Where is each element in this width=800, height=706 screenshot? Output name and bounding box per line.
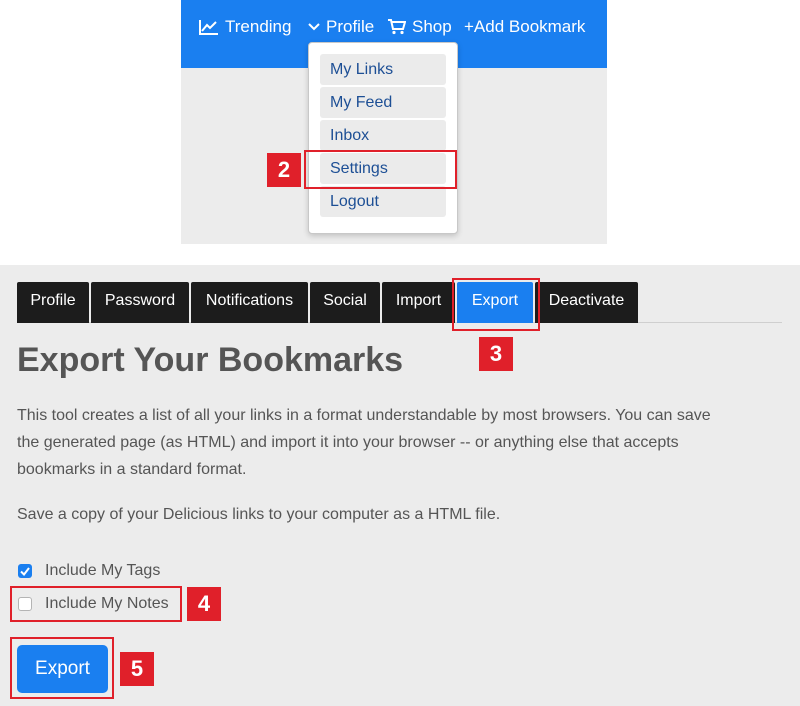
dropdown-item-inbox[interactable]: Inbox — [320, 120, 446, 151]
nav-profile[interactable]: Profile — [308, 16, 374, 38]
include-tags-checkbox[interactable] — [18, 564, 32, 578]
nav-shop-label: Shop — [412, 17, 452, 36]
tab-social[interactable]: Social — [310, 282, 380, 323]
bottom-screenshot-panel: Profile Password Notifications Social Im… — [0, 265, 800, 706]
step-badge-4: 4 — [187, 587, 221, 621]
trending-chart-icon — [199, 19, 219, 35]
step-badge-3: 3 — [479, 337, 513, 371]
checkmark-icon — [20, 566, 30, 576]
dropdown-item-my-feed[interactable]: My Feed — [320, 87, 446, 118]
tab-import[interactable]: Import — [382, 282, 455, 323]
description-line-2: the generated page (as HTML) and import … — [17, 434, 679, 451]
chevron-down-icon — [308, 22, 320, 32]
nav-trending[interactable]: Trending — [199, 16, 291, 38]
nav-profile-label: Profile — [326, 17, 375, 36]
tab-deactivate[interactable]: Deactivate — [535, 282, 638, 323]
description-paragraph: This tool creates a list of all your lin… — [17, 402, 787, 483]
description-line-3: bookmarks in a standard format. — [17, 461, 247, 478]
dropdown-item-my-links[interactable]: My Links — [320, 54, 446, 85]
top-screenshot-panel: Trending Profile Shop +Add Bookmark My L… — [181, 0, 607, 244]
save-copy-text: Save a copy of your Delicious links to y… — [17, 506, 501, 523]
nav-shop[interactable]: Shop — [388, 16, 452, 38]
step-badge-5: 5 — [120, 652, 154, 686]
dropdown-item-logout[interactable]: Logout — [320, 186, 446, 217]
notes-option-highlight-box — [10, 586, 182, 622]
tab-profile[interactable]: Profile — [17, 282, 89, 323]
profile-dropdown-menu: My Links My Feed Inbox Settings Logout — [308, 42, 458, 234]
tab-password[interactable]: Password — [91, 282, 189, 323]
description-line-1: This tool creates a list of all your lin… — [17, 407, 711, 424]
export-button-highlight-box — [10, 637, 114, 699]
cart-icon — [388, 19, 406, 35]
tab-notifications[interactable]: Notifications — [191, 282, 308, 323]
include-tags-option: Include My Tags — [18, 561, 160, 581]
settings-highlight-box — [304, 150, 457, 189]
step-badge-2: 2 — [267, 153, 301, 187]
export-tab-highlight-box — [452, 278, 540, 331]
nav-add-bookmark[interactable]: +Add Bookmark — [464, 16, 585, 38]
page-title: Export Your Bookmarks — [17, 341, 404, 379]
nav-add-bookmark-label: +Add Bookmark — [464, 17, 586, 36]
include-tags-label: Include My Tags — [45, 562, 161, 579]
nav-trending-label: Trending — [225, 17, 292, 36]
